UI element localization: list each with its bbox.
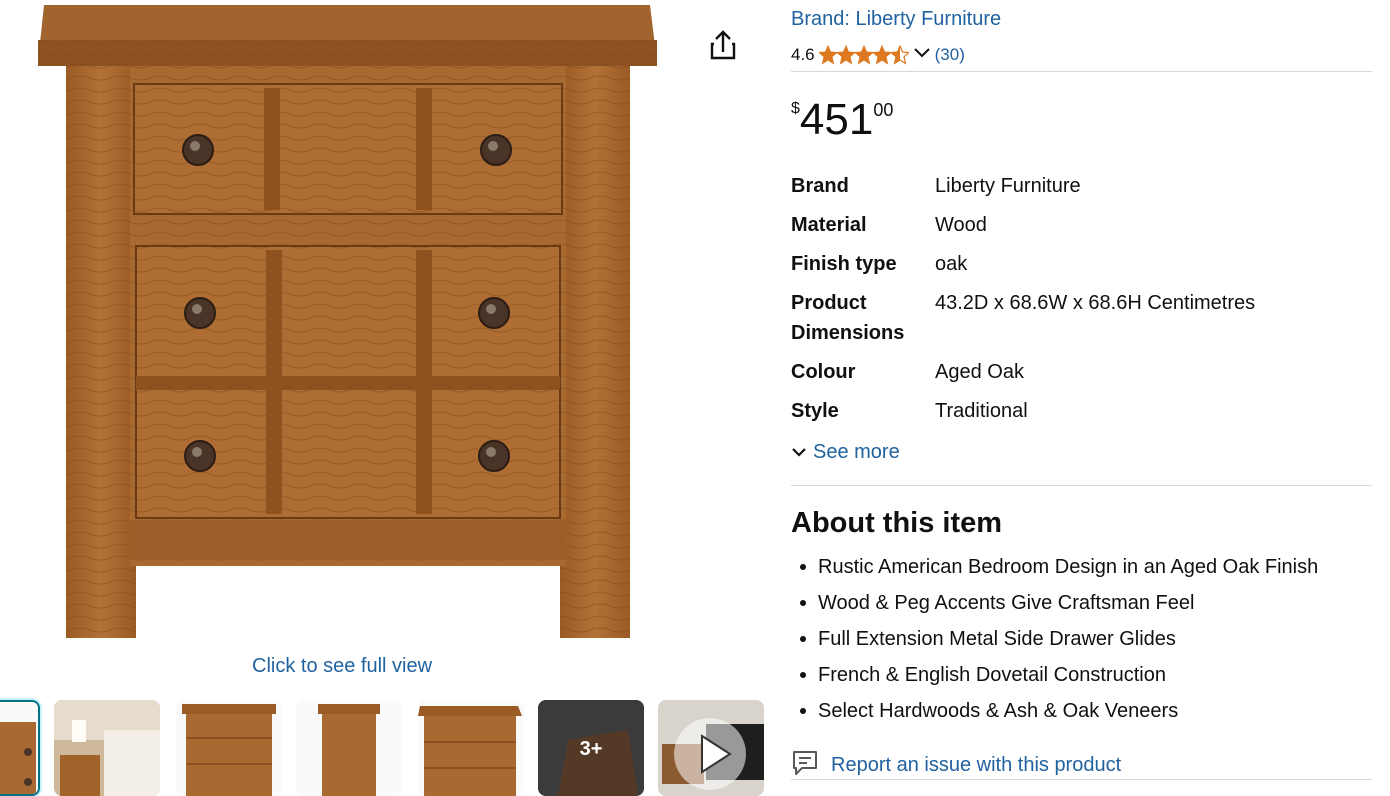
divider: [791, 71, 1372, 72]
full-view-link[interactable]: Click to see full view: [252, 655, 432, 678]
spec-value: Liberty Furniture: [935, 175, 1081, 197]
rating-row: 4.6 (30): [791, 43, 965, 67]
spec-row-dimensions: Product Dimensions 43.2D x 68.6W x 68.6H…: [791, 288, 1372, 348]
chevron-down-icon[interactable]: [913, 45, 931, 65]
spec-key: Colour: [791, 361, 856, 383]
list-item: Select Hardwoods & Ash & Oak Veneers: [791, 693, 1372, 729]
list-item: Rustic American Bedroom Design in an Age…: [791, 549, 1372, 585]
price-whole: 451: [799, 95, 874, 144]
rating-count-link[interactable]: (30): [935, 45, 965, 65]
thumbnail-strip: 3+: [0, 700, 770, 796]
spec-row-colour: Colour Aged Oak: [791, 357, 1372, 387]
spec-value: 43.2D x 68.6W x 68.6H Centimetres: [935, 292, 1256, 314]
list-item: Full Extension Metal Side Drawer Glides: [791, 621, 1372, 657]
price-fraction: 00: [873, 100, 894, 120]
price-symbol: $: [791, 100, 800, 117]
thumbnail-1-selected[interactable]: [0, 700, 40, 796]
thumbnail-video[interactable]: [658, 700, 764, 796]
thumbnail-bedroom[interactable]: [54, 700, 160, 796]
main-product-image[interactable]: [30, 0, 666, 648]
more-images-count: 3+: [579, 738, 603, 760]
thumbnail-angle[interactable]: [418, 700, 524, 796]
spec-value: Wood: [935, 214, 987, 236]
spec-value: Aged Oak: [935, 361, 1024, 383]
about-bullets: Rustic American Bedroom Design in an Age…: [791, 549, 1372, 729]
report-issue-label: Report an issue with this product: [831, 753, 1122, 776]
divider: [791, 485, 1372, 486]
price: $ 451 00: [791, 96, 893, 146]
list-item: Wood & Peg Accents Give Craftsman Feel: [791, 585, 1372, 621]
star-rating[interactable]: [818, 45, 909, 65]
spec-row-brand: Brand Liberty Furniture: [791, 171, 1372, 201]
about-title: About this item: [791, 507, 1003, 539]
list-item: French & English Dovetail Construction: [791, 657, 1372, 693]
spec-key: Style: [791, 400, 839, 422]
spec-row-material: Material Wood: [791, 210, 1372, 240]
chevron-down-icon: [791, 441, 807, 464]
share-icon[interactable]: [704, 26, 742, 64]
divider: [791, 779, 1372, 780]
spec-key: Brand: [791, 175, 849, 197]
report-issue-link[interactable]: Report an issue with this product: [791, 748, 1121, 782]
spec-row-style: Style Traditional: [791, 396, 1372, 426]
thumbnail-side[interactable]: [296, 700, 402, 796]
thumbnail-more-images[interactable]: 3+: [538, 700, 644, 796]
spec-row-finish-type: Finish type oak: [791, 249, 1372, 279]
see-more-button[interactable]: See more: [791, 441, 900, 464]
spec-key: Finish type: [791, 253, 897, 275]
see-more-label: See more: [813, 441, 900, 463]
brand-link[interactable]: Brand: Liberty Furniture: [791, 8, 1001, 31]
thumbnail-front[interactable]: [176, 700, 282, 796]
rating-value: 4.6: [791, 45, 815, 64]
spec-key: Material: [791, 214, 867, 236]
spec-value: oak: [935, 253, 968, 275]
feedback-icon: [791, 748, 819, 782]
spec-key: Product Dimensions: [791, 292, 905, 344]
spec-value: Traditional: [935, 400, 1028, 422]
